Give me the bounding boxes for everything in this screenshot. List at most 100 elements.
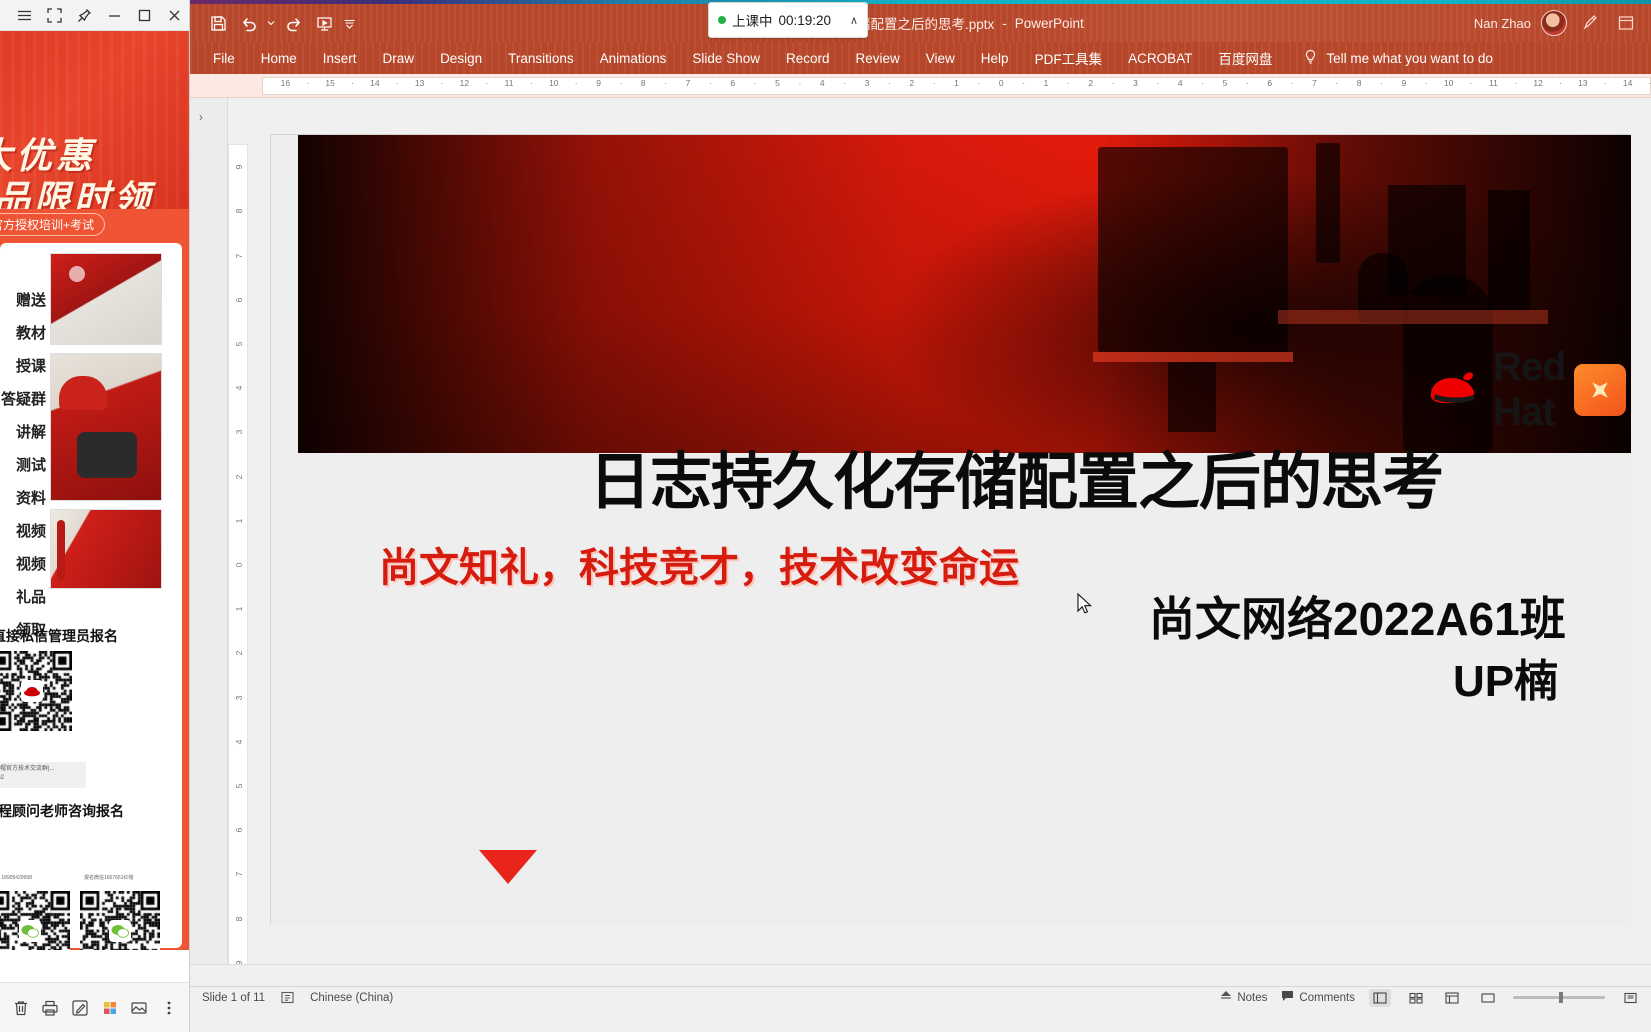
class-session-timer[interactable]: 上课中 00:19:20 ∧ — [708, 2, 868, 38]
ad-product-photo — [50, 509, 162, 589]
minimize-icon[interactable] — [99, 0, 129, 30]
redhat-logo-text: Red Hat — [1493, 345, 1567, 434]
fullscreen-icon[interactable] — [39, 0, 69, 30]
tab-baidu-netdisk[interactable]: 百度网盘 — [1205, 42, 1285, 74]
tab-slide-show[interactable]: Slide Show — [679, 42, 773, 74]
quick-access-toolbar — [190, 5, 357, 37]
ad-feature-item: 赠送 — [15, 292, 46, 309]
colors-icon[interactable] — [97, 995, 123, 1021]
ad-feature-item: 讲解 — [15, 424, 46, 441]
chevron-up-icon[interactable]: ∧ — [850, 14, 858, 27]
customize-quick-access-icon[interactable] — [341, 9, 357, 37]
horizontal-ruler[interactable]: 16 · 15 · 14 · 13 · 12 · 11 · 10 · 9 · 8 · 7 · 6 · 5 · 4 · 3 · 2 · 1 · 0… — [190, 74, 1651, 98]
tab-transitions[interactable]: Transitions — [495, 42, 587, 74]
ruler-tick: 9 — [1401, 78, 1407, 88]
slide-canvas[interactable]: Red Hat 尚文网络 SKILL CHANGES YOUR DESTINY … — [270, 134, 1631, 925]
language-indicator[interactable]: Chinese (China) — [310, 992, 393, 1004]
comments-button[interactable]: Comments — [1281, 990, 1355, 1005]
shangwen-logo-icon — [1573, 364, 1626, 416]
ruler-minor-tick: · — [1469, 78, 1473, 88]
ruler-minor-tick: · — [306, 78, 310, 88]
chevron-right-icon[interactable]: › — [199, 110, 203, 124]
reading-view-icon[interactable] — [1441, 989, 1463, 1007]
pin-icon[interactable] — [69, 0, 99, 30]
fit-slide-icon[interactable] — [1619, 989, 1641, 1007]
account-name[interactable]: Nan Zhao — [1474, 16, 1531, 31]
tab-view[interactable]: View — [913, 42, 968, 74]
ribbon-display-options-icon[interactable] — [1613, 10, 1639, 36]
ruler-minor-tick: · — [530, 78, 533, 88]
undo-dropdown-icon[interactable] — [266, 9, 276, 37]
edit-icon[interactable] — [67, 995, 93, 1021]
ruler-minor-tick: · — [664, 78, 668, 88]
notes-button[interactable]: Notes — [1220, 990, 1267, 1005]
normal-view-icon[interactable] — [1369, 988, 1391, 1007]
qr-code-icon — [80, 891, 160, 950]
accessibility-icon[interactable] — [281, 991, 294, 1004]
tell-me-label: Tell me what you want to do — [1326, 50, 1493, 66]
viewer-image-area[interactable]: 网络 om E大优惠 礼品限时领 红帽官方授权培训+考试 赠送 教材 授课 答疑… — [0, 31, 189, 1032]
slide-counter[interactable]: Slide 1 of 11 — [202, 992, 265, 1004]
more-icon[interactable] — [156, 995, 182, 1021]
undo-icon[interactable] — [235, 9, 263, 37]
slide-1[interactable]: Red Hat 尚文网络 SKILL CHANGES YOUR DESTINY … — [271, 135, 1631, 925]
avatar[interactable] — [1541, 10, 1567, 36]
ruler-minor-tick: · — [485, 78, 489, 88]
tab-review[interactable]: Review — [843, 42, 913, 74]
redo-icon[interactable] — [279, 9, 307, 37]
print-icon[interactable] — [37, 995, 63, 1021]
thumbnails-pane-collapsed[interactable]: › Thumbnails — [159, 98, 228, 986]
ruler-tick: 0 — [998, 78, 1004, 88]
tab-insert[interactable]: Insert — [310, 42, 370, 74]
save-icon[interactable] — [204, 9, 232, 37]
ruler-tick: 10 — [1443, 78, 1454, 88]
notes-pane[interactable] — [190, 964, 1651, 986]
tab-home[interactable]: Home — [248, 42, 310, 74]
tab-file[interactable]: File — [200, 42, 248, 74]
ruler-tick: 11 — [1488, 78, 1498, 88]
ruler-minor-tick: · — [395, 78, 399, 88]
maximize-icon[interactable] — [129, 0, 159, 30]
tab-draw[interactable]: Draw — [370, 42, 428, 74]
image-viewer-window: 网络 om E大优惠 礼品限时领 红帽官方授权培训+考试 赠送 教材 授课 答疑… — [0, 0, 190, 1032]
slide-organization[interactable]: 尚文网络2022A61班 — [1149, 583, 1566, 649]
ruler-tick: 8 — [640, 78, 646, 88]
zoom-knob[interactable] — [1559, 992, 1563, 1003]
vertical-ruler[interactable]: 9876543210123456789 — [228, 144, 248, 984]
ad-feature-item: 测试 — [15, 457, 46, 474]
ruler-tick: 2 — [909, 78, 915, 88]
slide-logos[interactable]: Red Hat 尚文网络 SKILL CHANGES YOUR DESTINY — [1421, 345, 1631, 435]
zoom-slider[interactable] — [1513, 992, 1605, 1003]
tell-me-search[interactable]: Tell me what you want to do — [1303, 49, 1493, 68]
mouse-cursor — [1077, 592, 1093, 620]
share-ribbon-icon[interactable] — [1577, 10, 1603, 36]
slide-triangle-shape[interactable] — [479, 850, 537, 884]
ruler-minor-tick: · — [887, 78, 891, 88]
slide-author[interactable]: UP楠 — [1453, 645, 1558, 709]
ruler-tick: 4 — [234, 739, 244, 745]
live-status-dot — [718, 16, 726, 24]
slide-subtitle[interactable]: 尚文知礼，科技竞才，技术改变命运 — [379, 535, 1019, 593]
tab-pdf-tools[interactable]: PDF工具集 — [1022, 42, 1116, 74]
slideshow-icon[interactable] — [1477, 989, 1499, 1007]
slide-sorter-icon[interactable] — [1405, 989, 1427, 1007]
tab-record[interactable]: Record — [773, 42, 843, 74]
tab-animations[interactable]: Animations — [587, 42, 680, 74]
close-icon[interactable] — [159, 0, 189, 30]
ruler-tick: 7 — [234, 872, 244, 877]
ruler-minor-tick: · — [1559, 78, 1562, 88]
slide-title[interactable]: 日志持久化存储配置之后的思考 — [589, 431, 1444, 521]
tab-acrobat[interactable]: ACROBAT — [1115, 42, 1205, 74]
ruler-tick: 1 — [954, 78, 959, 88]
ruler-tick: 4 — [1177, 78, 1183, 88]
ruler-tick: 3 — [1133, 78, 1138, 88]
image-icon[interactable] — [126, 995, 152, 1021]
delete-icon[interactable] — [8, 995, 34, 1021]
start-presentation-icon[interactable] — [310, 9, 338, 37]
comments-label: Comments — [1299, 991, 1355, 1004]
tab-design[interactable]: Design — [427, 42, 495, 74]
tab-help[interactable]: Help — [968, 42, 1022, 74]
ruler-tick: 8 — [1356, 78, 1362, 88]
menu-icon[interactable] — [9, 0, 39, 30]
ad-feature-list: 赠送 教材 授课 答疑群 讲解 测试 资料 视频 视频 礼品 领取 — [0, 289, 46, 640]
